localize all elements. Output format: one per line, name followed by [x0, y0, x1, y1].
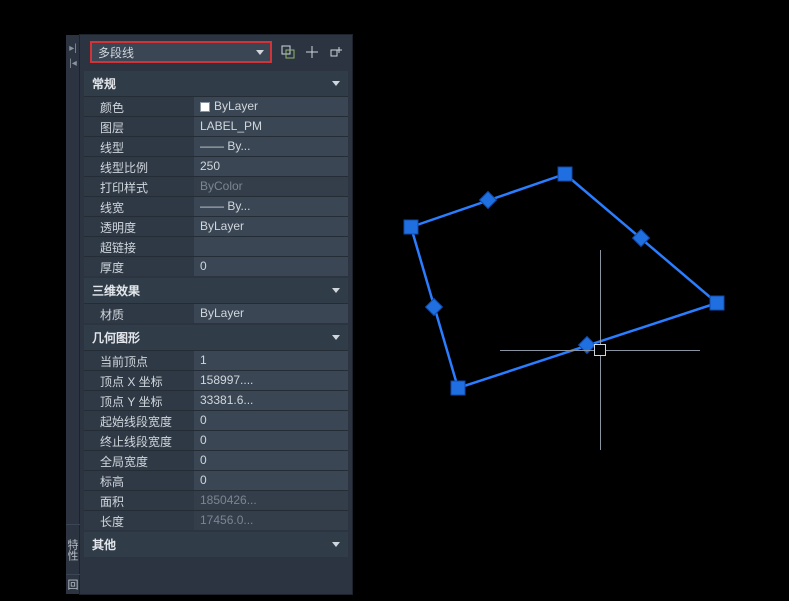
prop-value[interactable]: —— By...: [194, 137, 348, 156]
prop-key: 厚度: [84, 257, 194, 276]
prop-value: ByColor: [194, 177, 348, 196]
color-swatch-icon: [200, 102, 210, 112]
chevron-down-icon: [332, 335, 340, 340]
vertex-grip[interactable]: [710, 296, 724, 310]
prop-row-start-width: 起始线段宽度0: [84, 410, 348, 430]
select-objects-icon[interactable]: [304, 44, 320, 60]
prop-row-color: 颜色 ByLayer: [84, 96, 348, 116]
properties-palette: ▸||◂ 特性 回 多段线 常规: [79, 34, 353, 595]
prop-key: 顶点 X 坐标: [84, 371, 194, 390]
prop-value[interactable]: 250: [194, 157, 348, 176]
prop-key: 终止线段宽度: [84, 431, 194, 450]
prop-key: 线型: [84, 137, 194, 156]
prop-key: 起始线段宽度: [84, 411, 194, 430]
prop-key: 面积: [84, 491, 194, 510]
prop-value[interactable]: [194, 237, 348, 256]
prop-key: 线宽: [84, 197, 194, 216]
prop-key: 材质: [84, 304, 194, 323]
object-type-dropdown[interactable]: 多段线: [90, 41, 272, 63]
section-title: 三维效果: [92, 282, 140, 299]
prop-row-elevation: 标高0: [84, 470, 348, 490]
prop-row-linetype: 线型—— By...: [84, 136, 348, 156]
vertex-grip[interactable]: [404, 220, 418, 234]
prop-value[interactable]: LABEL_PM: [194, 117, 348, 136]
quick-select-icon[interactable]: [280, 44, 296, 60]
section-title: 其他: [92, 536, 116, 553]
palette-collapse-arrows[interactable]: ▸||◂: [66, 43, 80, 73]
chevron-down-icon: [256, 50, 264, 55]
prop-key: 线型比例: [84, 157, 194, 176]
prop-value[interactable]: ByLayer: [194, 217, 348, 236]
chevron-down-icon: [332, 81, 340, 86]
prop-key: 当前顶点: [84, 351, 194, 370]
prop-row-end-width: 终止线段宽度0: [84, 430, 348, 450]
prop-value[interactable]: 33381.6...: [194, 391, 348, 410]
midpoint-grip[interactable]: [480, 192, 497, 209]
section-title: 常规: [92, 75, 116, 92]
section-other[interactable]: 其他: [84, 532, 348, 557]
prop-value[interactable]: 0: [194, 451, 348, 470]
palette-rail: [66, 35, 80, 594]
prop-row-vertex-y: 顶点 Y 坐标33381.6...: [84, 390, 348, 410]
prop-row-lineweight: 线宽—— By...: [84, 196, 348, 216]
prop-row-material: 材质ByLayer: [84, 303, 348, 323]
prop-value[interactable]: —— By...: [194, 197, 348, 216]
section-3d[interactable]: 三维效果: [84, 278, 348, 303]
vertex-grip[interactable]: [558, 167, 572, 181]
prop-value[interactable]: 1: [194, 351, 348, 370]
prop-row-layer: 图层LABEL_PM: [84, 116, 348, 136]
prop-row-area: 面积1850426...: [84, 490, 348, 510]
prop-row-global-width: 全局宽度0: [84, 450, 348, 470]
prop-value[interactable]: 0: [194, 431, 348, 450]
prop-value[interactable]: ByLayer: [194, 304, 348, 323]
cursor-pickbox: [594, 344, 606, 356]
prop-value: 17456.0...: [194, 511, 348, 530]
prop-value[interactable]: ByLayer: [194, 97, 348, 116]
prop-row-length: 长度17456.0...: [84, 510, 348, 530]
prop-row-transparency: 透明度ByLayer: [84, 216, 348, 236]
prop-row-hyperlink: 超链接: [84, 236, 348, 256]
prop-key: 超链接: [84, 237, 194, 256]
prop-row-ltscale: 线型比例250: [84, 156, 348, 176]
prop-key: 长度: [84, 511, 194, 530]
palette-tab[interactable]: 特性: [66, 524, 80, 574]
prop-key: 顶点 Y 坐标: [84, 391, 194, 410]
prop-key: 透明度: [84, 217, 194, 236]
palette-tab-close[interactable]: 回: [66, 574, 80, 594]
prop-row-current-vertex: 当前顶点1: [84, 350, 348, 370]
prop-value[interactable]: 0: [194, 411, 348, 430]
prop-key: 颜色: [84, 97, 194, 116]
prop-key: 打印样式: [84, 177, 194, 196]
prop-row-thickness: 厚度0: [84, 256, 348, 276]
prop-value: 1850426...: [194, 491, 348, 510]
section-title: 几何图形: [92, 329, 140, 346]
section-geometry[interactable]: 几何图形: [84, 325, 348, 350]
prop-row-vertex-x: 顶点 X 坐标158997....: [84, 370, 348, 390]
prop-key: 图层: [84, 117, 194, 136]
section-general[interactable]: 常规: [84, 71, 348, 96]
prop-row-plotstyle: 打印样式ByColor: [84, 176, 348, 196]
prop-value[interactable]: 0: [194, 471, 348, 490]
prop-value[interactable]: 0: [194, 257, 348, 276]
midpoint-grip[interactable]: [426, 299, 443, 316]
prop-value[interactable]: 158997....: [194, 371, 348, 390]
prop-key: 标高: [84, 471, 194, 490]
vertex-grip[interactable]: [451, 381, 465, 395]
chevron-down-icon: [332, 288, 340, 293]
object-type-label: 多段线: [98, 44, 134, 61]
toggle-pickadd-icon[interactable]: [328, 44, 344, 60]
prop-key: 全局宽度: [84, 451, 194, 470]
chevron-down-icon: [332, 542, 340, 547]
